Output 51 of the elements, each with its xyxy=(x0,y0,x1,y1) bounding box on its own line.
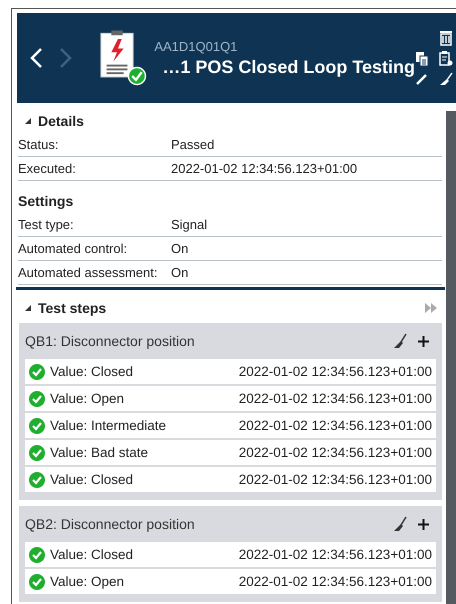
add-icon[interactable] xyxy=(417,518,430,530)
step-row[interactable]: Value: Bad state 2022-01-02 12:34:56.123+01:00 xyxy=(25,440,436,465)
step-row[interactable]: Value: Closed 2022-01-02 12:34:56.123+01:00 xyxy=(25,467,436,492)
clipboard-settings-icon[interactable] xyxy=(439,51,453,67)
collapse-triangle-icon[interactable] xyxy=(24,304,32,312)
step-label: Value: Closed xyxy=(50,547,134,562)
step-row[interactable]: Value: Intermediate 2022-01-02 12:34:56.123+01:00 xyxy=(25,413,436,438)
field-value: On xyxy=(171,241,188,256)
step-time: 2022-01-02 12:34:56.123+01:00 xyxy=(238,364,432,379)
group-title: QB2: Disconnector position xyxy=(25,516,196,532)
object-id: AA1D1Q01Q1 xyxy=(154,38,238,54)
step-label: Value: Bad state xyxy=(50,445,150,460)
step-time: 2022-01-02 12:34:56.123+01:00 xyxy=(238,418,432,433)
step-time: 2022-01-02 12:34:56.123+01:00 xyxy=(238,574,432,589)
collapse-triangle-icon[interactable] xyxy=(24,117,32,125)
pencil-icon[interactable] xyxy=(415,72,429,86)
broom-icon[interactable] xyxy=(393,516,407,532)
step-row[interactable]: Value: Closed 2022-01-02 12:34:56.123+01:00 xyxy=(25,542,436,567)
step-row[interactable]: Value: Open 2022-01-02 12:34:56.123+01:00 xyxy=(25,569,436,594)
scrollbar[interactable] xyxy=(446,111,456,604)
test-title: …1 POS Closed Loop Testing xyxy=(161,56,415,78)
step-label: Value: Closed xyxy=(50,364,134,379)
delete-icon[interactable] xyxy=(439,30,453,46)
step-label: Value: Open xyxy=(50,574,126,589)
back-icon[interactable] xyxy=(29,47,43,69)
step-time: 2022-01-02 12:34:56.123+01:00 xyxy=(238,445,432,460)
group-title: QB1: Disconnector position xyxy=(25,333,196,349)
section-heading: Test steps xyxy=(38,300,106,316)
field-label: Automated control: xyxy=(18,241,128,256)
field-value: Signal xyxy=(171,217,208,232)
add-icon[interactable] xyxy=(417,334,430,348)
step-row[interactable]: Value: Open 2022-01-02 12:34:56.123+01:00 xyxy=(25,386,436,411)
field-label: Automated assessment: xyxy=(18,265,158,280)
copy-icon[interactable] xyxy=(415,51,429,67)
broom-icon[interactable] xyxy=(439,72,453,86)
step-row[interactable]: Value: Closed 2022-01-02 12:34:56.123+01:00 xyxy=(25,359,436,384)
step-time: 2022-01-02 12:34:56.123+01:00 xyxy=(238,472,432,487)
section-heading: Details xyxy=(38,113,84,129)
section-heading: Settings xyxy=(18,193,74,209)
step-label: Value: Intermediate xyxy=(50,418,168,433)
field-value: On xyxy=(171,265,188,280)
field-label: Status: xyxy=(18,137,60,152)
step-time: 2022-01-02 12:34:56.123+01:00 xyxy=(238,391,432,406)
field-label: Test type: xyxy=(18,217,75,232)
broom-icon[interactable] xyxy=(393,333,407,349)
field-label: Executed: xyxy=(18,161,77,176)
step-label: Value: Open xyxy=(50,391,126,406)
step-label: Value: Closed xyxy=(50,472,134,487)
field-value: 2022-01-02 12:34:56.123+01:00 xyxy=(171,161,358,176)
step-time: 2022-01-02 12:34:56.123+01:00 xyxy=(238,547,432,562)
field-value: Passed xyxy=(171,137,214,152)
